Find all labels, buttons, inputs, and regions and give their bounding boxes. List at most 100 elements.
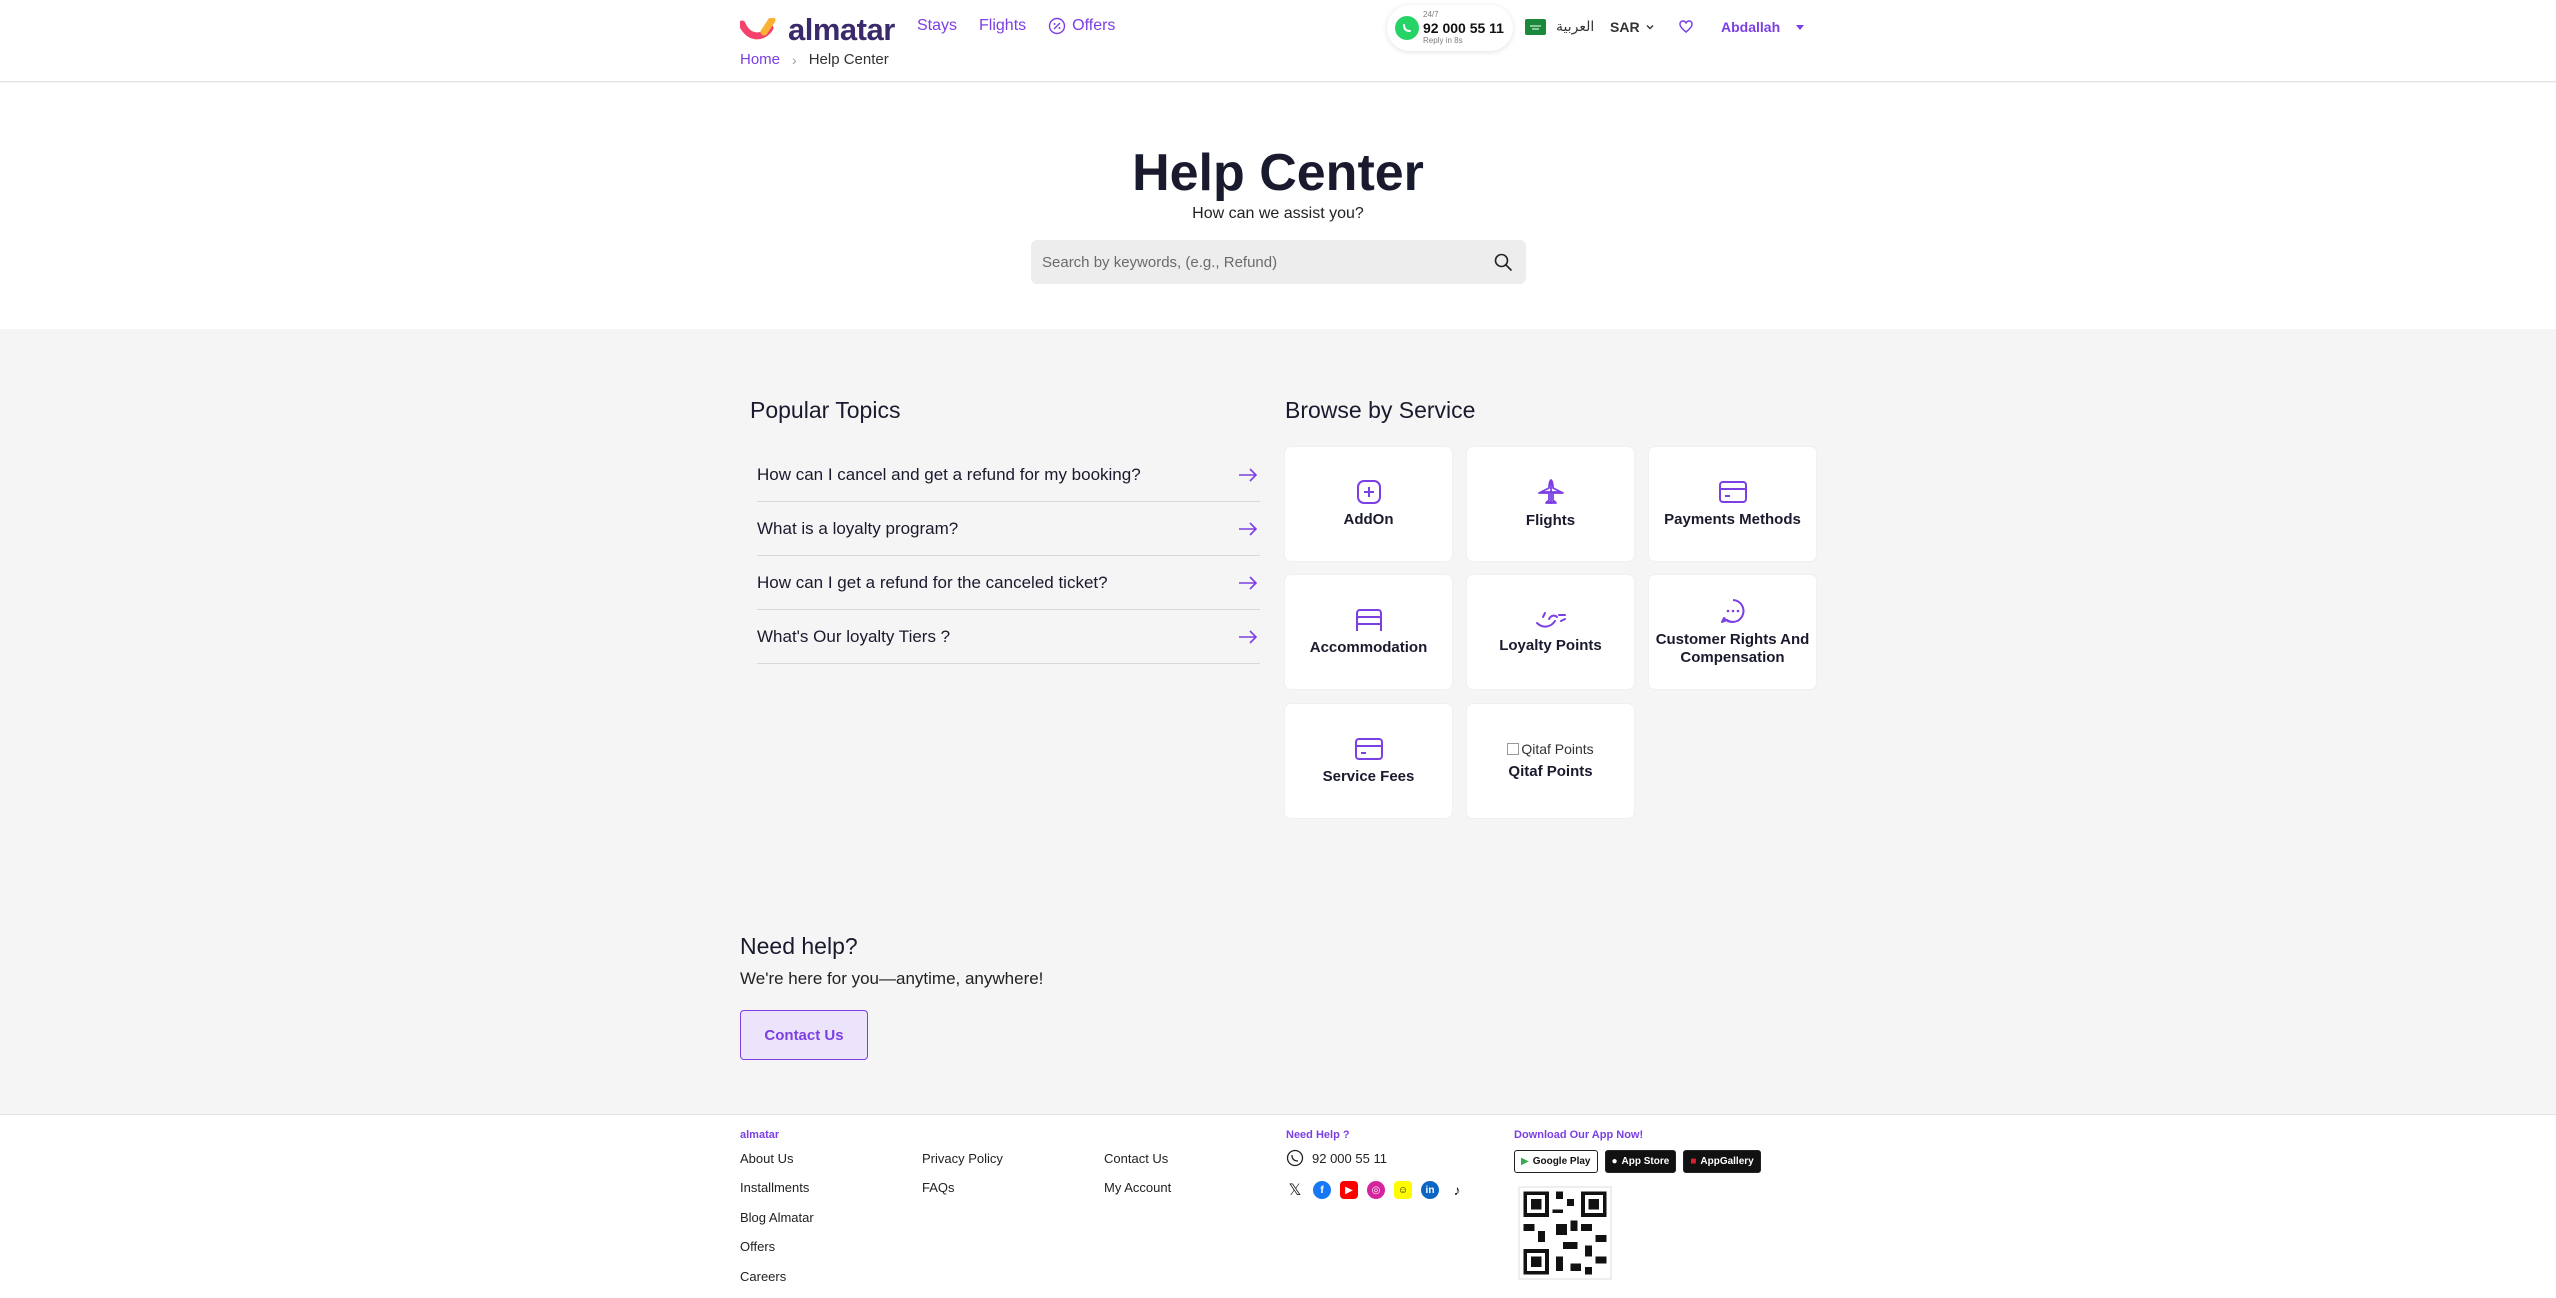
plane-icon [1537, 479, 1564, 504]
saudi-flag-icon [1525, 18, 1546, 35]
youtube-icon[interactable]: ▶ [1340, 1181, 1358, 1199]
nav-offers[interactable]: Offers [1048, 17, 1115, 35]
linkedin-icon[interactable]: in [1421, 1181, 1439, 1199]
apple-icon: ● [1611, 1156, 1618, 1167]
contact-us-button[interactable]: Contact Us [740, 1010, 868, 1060]
arrow-right-icon [1239, 575, 1258, 590]
need-help-subtitle: We're here for you—anytime, anywhere! [740, 969, 1044, 988]
nav-offers-label: Offers [1072, 17, 1116, 34]
favorites-heart-icon[interactable] [1678, 19, 1694, 40]
footer-link-offers[interactable]: Offers [740, 1239, 775, 1254]
app-gallery-badge[interactable]: ■ AppGallery [1683, 1150, 1761, 1173]
site-footer: almatar About Us Installments Blog Almat… [0, 1114, 2556, 1298]
bed-icon [1355, 609, 1382, 631]
credit-card-icon [1718, 481, 1747, 503]
language-label: العربية [1556, 18, 1595, 34]
logo-text: almatar [788, 12, 895, 47]
nav-flights[interactable]: Flights [979, 17, 1026, 35]
service-card-loyalty[interactable]: Loyalty Points [1467, 575, 1634, 689]
top-header: almatar Stays Flights Offers Home › Help… [0, 0, 2556, 82]
service-label: AddOn [1343, 511, 1394, 528]
breadcrumb-current: Help Center [808, 51, 889, 68]
page-title: Help Center [1132, 144, 1424, 202]
service-label: Qitaf Points [1508, 763, 1593, 780]
topic-item[interactable]: What is a loyalty program? [757, 502, 1260, 556]
instagram-icon[interactable]: ◎ [1367, 1181, 1385, 1199]
whatsapp-number: 92 000 55 11 [1423, 20, 1504, 36]
footer-link-contact[interactable]: Contact Us [1104, 1151, 1168, 1166]
qitaf-image-alt: Qitaf Points [1521, 741, 1594, 757]
credit-card-icon [1354, 738, 1383, 760]
search-box [1031, 240, 1526, 284]
service-card-payments[interactable]: Payments Methods [1649, 447, 1816, 561]
service-card-addon[interactable]: AddOn [1285, 447, 1452, 561]
footer-link-installments[interactable]: Installments [740, 1180, 809, 1195]
main-nav: Stays Flights Offers [917, 17, 1115, 35]
google-play-icon: ▶ [1521, 1156, 1529, 1167]
app-store-badges: ▶ Google Play ● App Store ■ AppGallery [1514, 1150, 1761, 1173]
topic-text: What's Our loyalty Tiers ? [757, 626, 951, 646]
popular-topics-list: How can I cancel and get a refund for my… [757, 448, 1260, 664]
chevron-right-icon: › [792, 51, 797, 68]
footer-help-heading: Need Help ? [1286, 1129, 1350, 1141]
tiktok-icon[interactable]: ♪ [1448, 1181, 1466, 1199]
breadcrumb: Home › Help Center [740, 51, 889, 68]
chevron-down-icon [1646, 25, 1654, 30]
topic-item[interactable]: How can I cancel and get a refund for my… [757, 448, 1260, 502]
topic-item[interactable]: What's Our loyalty Tiers ? [757, 610, 1260, 664]
currency-select[interactable]: SAR [1610, 19, 1656, 35]
footer-link-careers[interactable]: Careers [740, 1269, 786, 1284]
whatsapp-availability: 24/7 [1423, 10, 1439, 19]
currency-label: SAR [1610, 19, 1640, 35]
user-menu[interactable]: Abdallah [1721, 19, 1806, 35]
search-icon[interactable] [1493, 252, 1513, 272]
huawei-icon: ■ [1690, 1156, 1697, 1167]
service-label: Payments Methods [1664, 511, 1801, 528]
topic-text: How can I get a refund for the canceled … [757, 572, 1108, 592]
x-icon[interactable]: 𝕏 [1286, 1181, 1304, 1199]
nav-stays-label: Stays [917, 17, 958, 34]
need-help-title: Need help? [740, 933, 858, 959]
app-gallery-label: AppGallery [1700, 1156, 1754, 1167]
plus-square-icon [1356, 480, 1381, 504]
user-name: Abdallah [1721, 19, 1781, 35]
footer-link-blog[interactable]: Blog Almatar [740, 1210, 814, 1225]
app-store-label: App Store [1621, 1156, 1670, 1167]
footer-app-heading: Download Our App Now! [1514, 1129, 1644, 1141]
footer-link-about[interactable]: About Us [740, 1151, 793, 1166]
whatsapp-contact[interactable]: 24/7 92 000 55 11 Reply in 8s [1387, 5, 1513, 51]
service-card-accommodation[interactable]: Accommodation [1285, 575, 1452, 689]
logo-mark-icon [740, 18, 776, 40]
whatsapp-outline-icon [1286, 1149, 1304, 1167]
snapchat-icon[interactable]: ☺ [1394, 1181, 1412, 1199]
almatar-logo[interactable]: almatar [740, 12, 895, 48]
footer-link-privacy[interactable]: Privacy Policy [922, 1151, 1003, 1166]
service-card-service-fees[interactable]: Service Fees [1285, 704, 1452, 818]
footer-link-faqs[interactable]: FAQs [922, 1180, 955, 1195]
service-card-qitaf[interactable]: Qitaf Points Qitaf Points [1467, 704, 1634, 818]
offers-badge-icon [1048, 17, 1066, 35]
service-label: Flights [1525, 512, 1576, 529]
search-input[interactable] [1042, 253, 1482, 271]
service-label: Service Fees [1322, 768, 1415, 785]
arrow-right-icon [1239, 467, 1258, 482]
broken-image-icon: Qitaf Points [1507, 741, 1594, 757]
qr-code-icon [1518, 1186, 1612, 1280]
breadcrumb-home[interactable]: Home [740, 51, 780, 68]
footer-link-account[interactable]: My Account [1104, 1180, 1171, 1195]
nav-flights-label: Flights [979, 17, 1027, 34]
nav-stays[interactable]: Stays [917, 17, 957, 35]
service-label: Customer Rights And Compensation [1655, 631, 1810, 666]
footer-phone[interactable]: 92 000 55 11 [1286, 1149, 1387, 1167]
chat-icon [1720, 599, 1744, 623]
service-card-flights[interactable]: Flights [1467, 447, 1634, 561]
whatsapp-icon [1395, 16, 1419, 40]
language-switch[interactable]: العربية [1525, 18, 1594, 35]
loyalty-icon [1535, 612, 1566, 628]
facebook-icon[interactable]: f [1313, 1181, 1331, 1199]
topic-item[interactable]: How can I get a refund for the canceled … [757, 556, 1260, 610]
google-play-badge[interactable]: ▶ Google Play [1514, 1150, 1598, 1173]
app-store-badge[interactable]: ● App Store [1604, 1150, 1677, 1173]
service-card-customer-rights[interactable]: Customer Rights And Compensation [1649, 575, 1816, 689]
arrow-right-icon [1239, 521, 1258, 536]
